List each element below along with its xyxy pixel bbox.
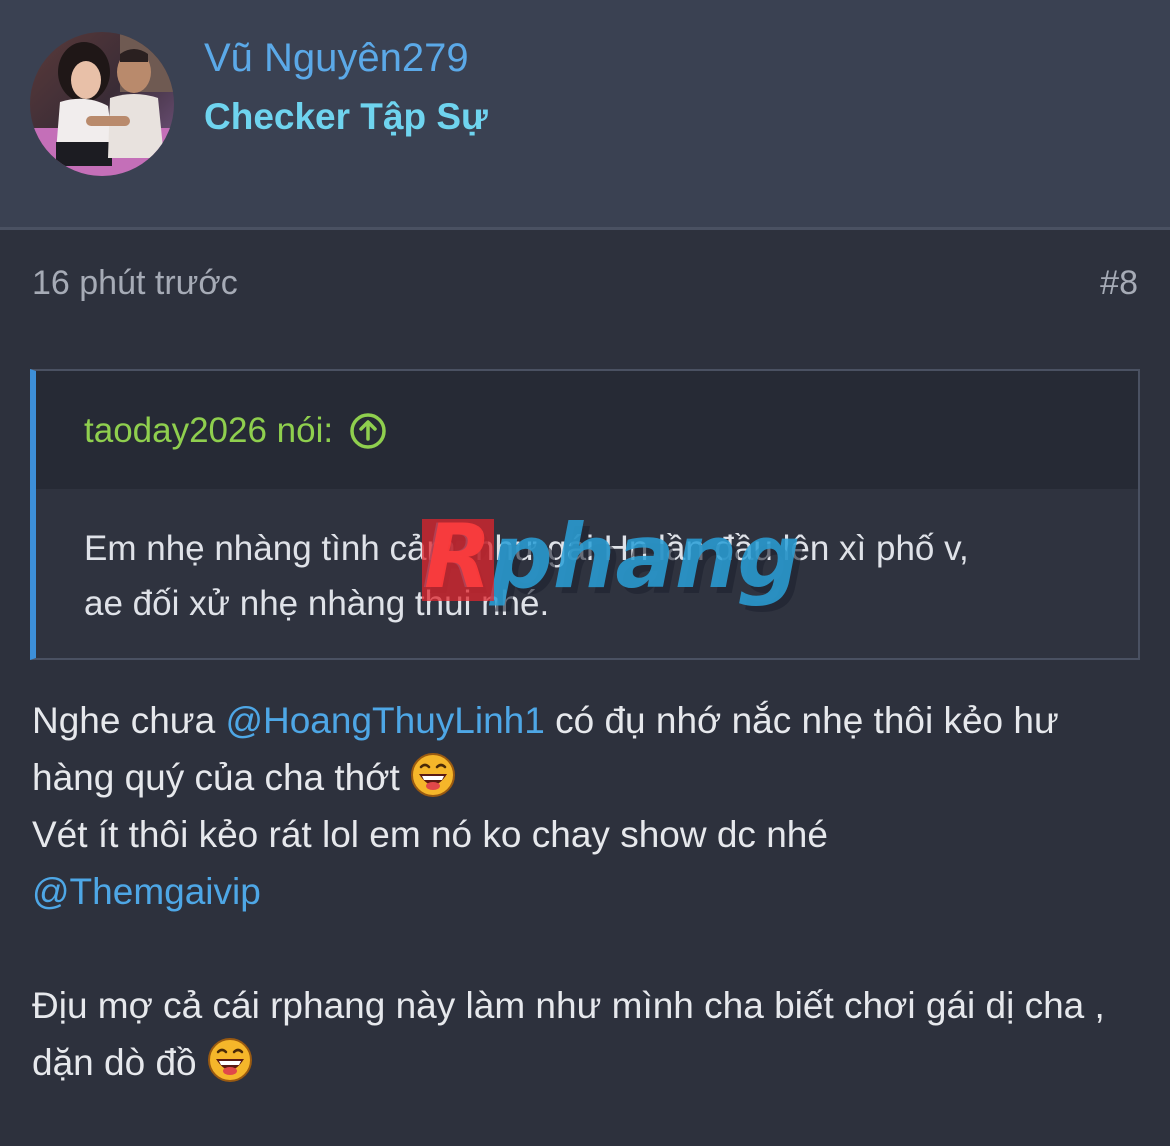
post-number[interactable]: #8 [1100,264,1138,303]
quote-block: taoday2026 nói: Em nhẹ nhàng tình cảm, n… [30,369,1140,660]
post-page: Vũ Nguyên279 Checker Tập Sự 16 phút trướ… [0,0,1170,1146]
post-paragraph: Nghe chưa @HoangThuyLinh1 có đụ nhớ nắc … [32,692,1142,806]
quote-body: Em nhẹ nhàng tình cảm, như gái Hn lần đầ… [84,521,1094,631]
arrow-up-circle-icon[interactable] [349,412,387,450]
post-paragraph: Vét ít thôi kẻo rát lol em nó ko chay sh… [32,806,1142,920]
post-content: Nghe chưa @HoangThuyLinh1 có đụ nhớ nắc … [32,692,1142,1091]
user-header: Vũ Nguyên279 Checker Tập Sự [0,0,1170,230]
quote-header: taoday2026 nói: [36,371,1138,489]
post-time[interactable]: 16 phút trước [32,264,238,303]
laughing-emoji-icon [410,752,456,798]
post-paragraph: Địu mợ cả cái rphang này làm như mình ch… [32,977,1142,1091]
mention-link[interactable]: @Themgaivip [32,871,261,912]
quote-author-link[interactable]: taoday2026 nói: [84,411,387,451]
quote-line: ae đối xử nhẹ nhàng thui nhé. [84,584,550,623]
avatar[interactable] [30,32,174,176]
quote-line: Em nhẹ nhàng tình cảm, như gái Hn lần đầ… [84,529,969,568]
quote-author-label: taoday2026 nói: [84,411,334,450]
mention-link[interactable]: @HoangThuyLinh1 [225,700,544,741]
laughing-emoji-icon [207,1037,253,1083]
user-title: Checker Tập Sự [204,96,488,137]
username[interactable]: Vũ Nguyên279 [204,36,469,81]
post-text: Địu mợ cả cái rphang này làm như mình ch… [32,985,1105,1083]
post-text: Nghe chưa [32,700,226,741]
post-text: Vét ít thôi kẻo rát lol em nó ko chay sh… [32,814,828,855]
